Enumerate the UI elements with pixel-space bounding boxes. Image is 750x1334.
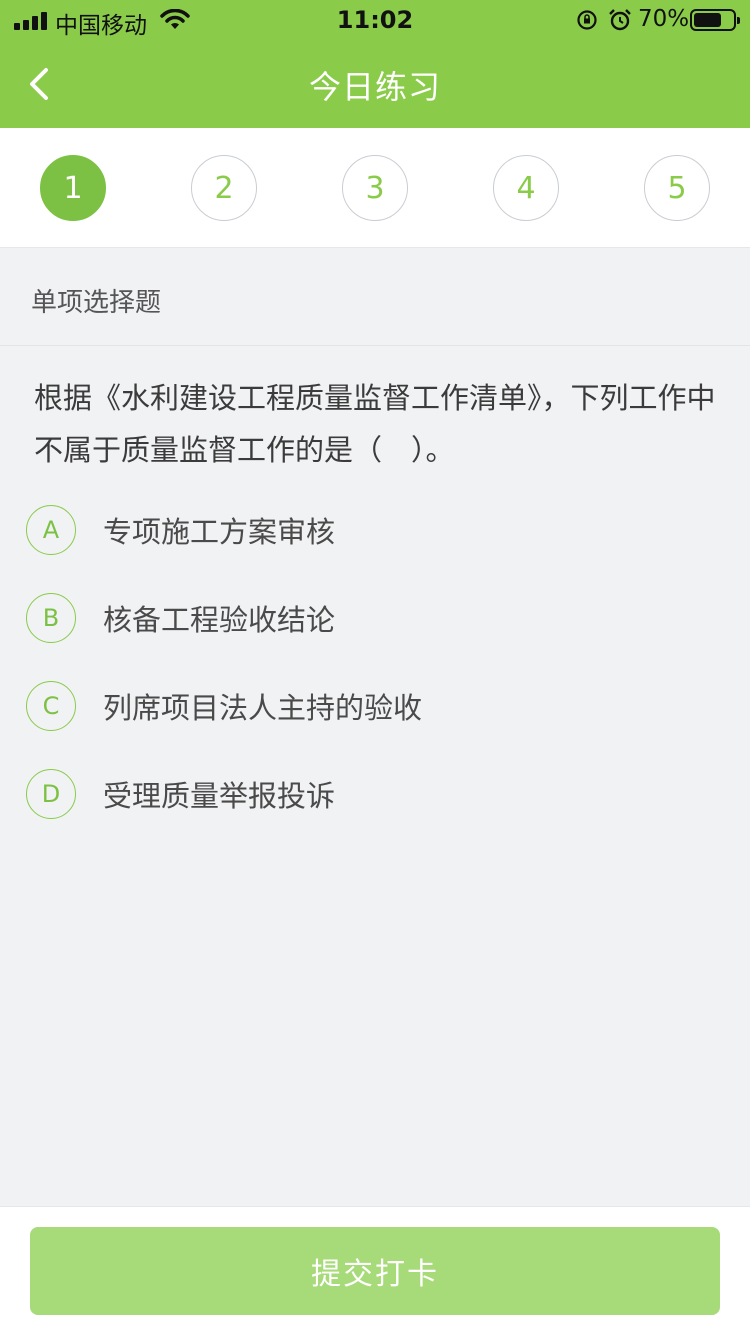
question-type-header: 单项选择题 [0, 248, 750, 346]
question-text: 根据《水利建设工程质量监督工作清单》，下列工作中不属于质量监督工作的是（ ）。 [34, 381, 716, 467]
question-step-nav: 1 2 3 4 5 [0, 128, 750, 248]
step-5[interactable]: 5 [644, 155, 710, 221]
footer-bar: 提交打卡 [0, 1206, 750, 1334]
option-a-badge: A [26, 505, 76, 555]
option-c-text: 列席项目法人主持的验收 [103, 691, 423, 725]
option-b-text: 核备工程验收结论 [103, 603, 336, 637]
step-2[interactable]: 2 [191, 155, 257, 221]
option-b-badge: B [26, 593, 76, 643]
option-d-text: 受理质量举报投诉 [103, 779, 336, 813]
submit-checkin-button[interactable]: 提交打卡 [30, 1227, 720, 1315]
option-d[interactable]: D 受理质量举报投诉 [26, 764, 716, 824]
option-d-badge: D [26, 769, 76, 819]
option-a-text: 专项施工方案审核 [103, 515, 336, 549]
option-b[interactable]: B 核备工程验收结论 [26, 588, 716, 648]
status-bar: 中国移动 11:02 70% [0, 0, 750, 40]
battery-icon [690, 9, 740, 31]
option-c[interactable]: C 列席项目法人主持的验收 [26, 676, 716, 736]
practice-page: 中国移动 11:02 70% 今日练习 1 2 3 4 5 单项选择题 根据《水… [0, 0, 750, 1334]
app-header: 中国移动 11:02 70% 今日练习 [0, 0, 750, 128]
option-a[interactable]: A 专项施工方案审核 [26, 500, 716, 560]
alarm-icon [609, 9, 631, 31]
nav-bar: 今日练习 [0, 40, 750, 128]
battery-percent: 70% [638, 6, 690, 32]
option-c-badge: C [26, 681, 76, 731]
step-1[interactable]: 1 [40, 155, 106, 221]
step-4[interactable]: 4 [493, 155, 559, 221]
battery-fill [694, 13, 721, 27]
page-title: 今日练习 [308, 68, 441, 106]
step-3[interactable]: 3 [342, 155, 408, 221]
rotation-lock-icon [577, 10, 597, 30]
question-type-label: 单项选择题 [31, 288, 162, 318]
